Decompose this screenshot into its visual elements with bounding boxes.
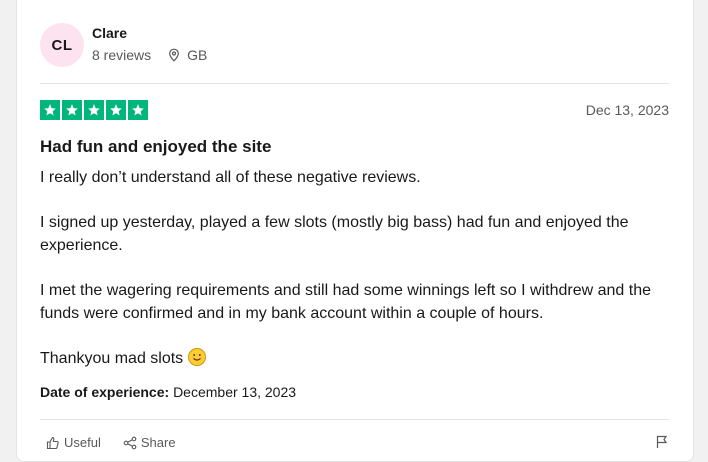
report-button[interactable] — [655, 435, 669, 454]
location-pin-icon — [169, 48, 180, 62]
useful-label: Useful — [64, 435, 101, 450]
date-of-experience-label: Date of experience: — [40, 384, 170, 400]
divider — [40, 419, 669, 420]
share-label: Share — [140, 435, 176, 450]
date-of-experience: Date of experience: December 13, 2023 — [40, 384, 296, 400]
share-icon — [123, 436, 137, 449]
review-paragraph-last: Thankyou mad slots — [40, 347, 660, 370]
star-icon — [128, 100, 148, 120]
star-icon — [84, 100, 104, 120]
reviewer-meta: 8 reviews GB — [92, 47, 207, 63]
review-paragraph: I met the wagering requirements and stil… — [40, 282, 651, 322]
date-of-experience-value: December 13, 2023 — [173, 384, 297, 400]
review-body: I really don’t understand all of these n… — [40, 166, 660, 392]
star-icon — [40, 100, 60, 120]
review-date: Dec 13, 2023 — [585, 102, 669, 118]
smiling-face-emoji-icon — [187, 348, 206, 366]
useful-button[interactable]: Useful — [46, 435, 101, 450]
share-button[interactable]: Share — [123, 435, 176, 450]
star-rating — [40, 100, 148, 120]
review-paragraph: Thankyou mad slots — [40, 350, 184, 367]
review-paragraph: I really don’t understand all of these n… — [40, 169, 421, 186]
avatar[interactable]: CL — [40, 23, 84, 67]
review-actions: Useful Share — [46, 435, 176, 450]
reviewer-name[interactable]: Clare — [92, 25, 127, 41]
reviews-count: 8 reviews — [92, 47, 152, 63]
country-code: GB — [187, 47, 208, 63]
reviewer-location: GB — [167, 47, 207, 63]
review-paragraph: I signed up yesterday, played a few slot… — [40, 214, 629, 254]
thumbs-up-icon — [46, 436, 59, 449]
avatar-initials: CL — [51, 36, 73, 54]
review-title[interactable]: Had fun and enjoyed the site — [40, 137, 271, 157]
star-icon — [62, 100, 82, 120]
star-icon — [106, 100, 126, 120]
divider — [40, 83, 669, 84]
